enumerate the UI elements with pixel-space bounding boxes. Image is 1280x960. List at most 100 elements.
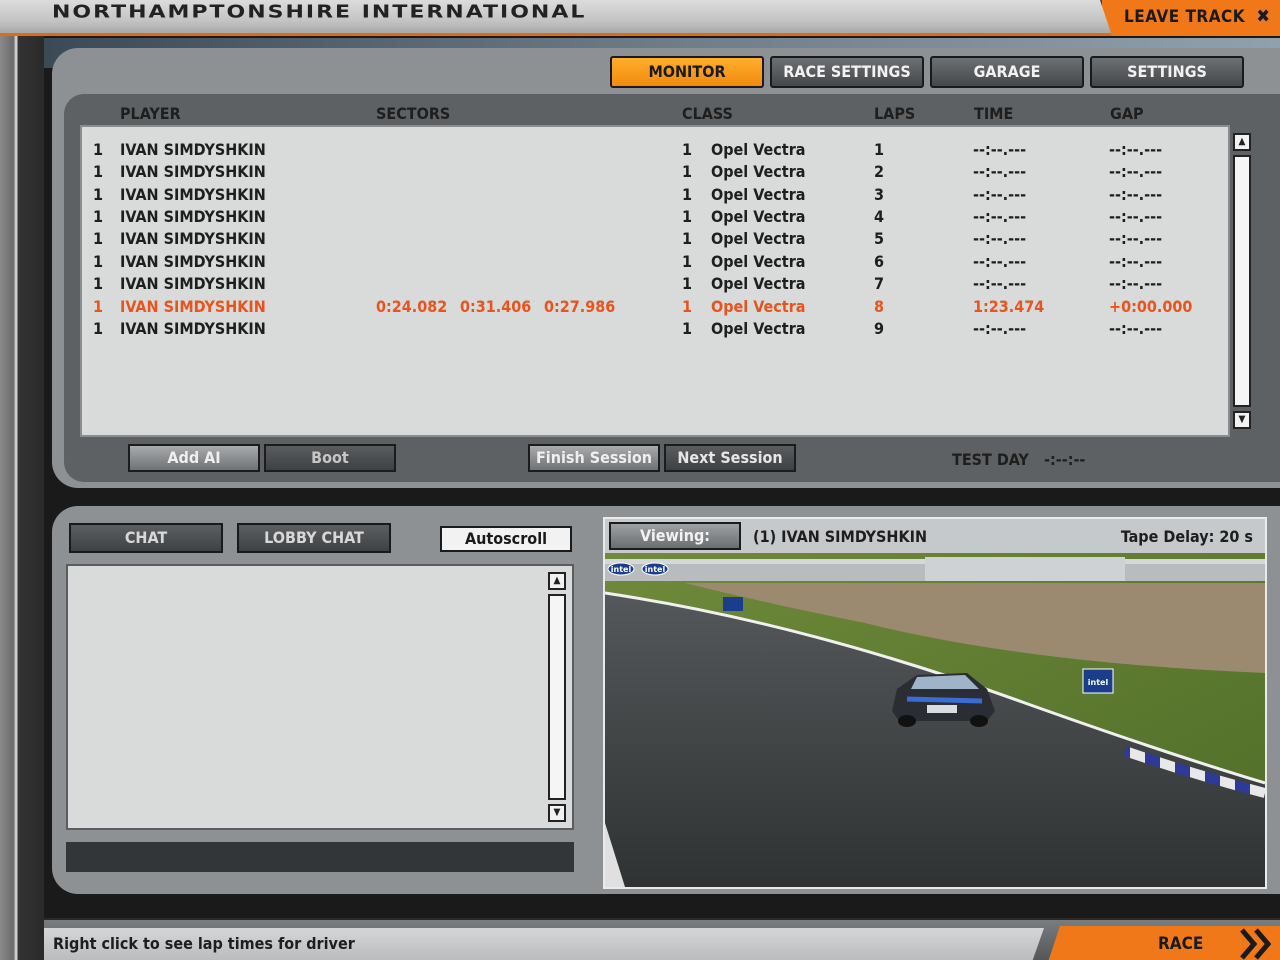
race-button-label: RACE (1158, 934, 1204, 954)
autoscroll-toggle[interactable]: Autoscroll (440, 526, 572, 552)
cell-time: --:--.--- (973, 229, 1027, 248)
cell-time: --:--.--- (973, 319, 1027, 338)
cell-car: Opel Vectra (711, 162, 806, 181)
table-row[interactable]: 1 IVAN SIMDYSHKIN 1 Opel Vectra 3 --:--.--- --… (82, 184, 1228, 206)
cell-time: --:--.--- (973, 140, 1027, 159)
header-time: TIME (974, 104, 1014, 123)
cell-car: Opel Vectra (711, 185, 806, 204)
cell-s3: 0:27.986 (544, 297, 616, 316)
cell-time: --:--.--- (973, 274, 1027, 293)
cell-car: Opel Vectra (711, 207, 806, 226)
cell-pos: 1 (93, 297, 104, 316)
cell-gap: --:--.--- (1109, 252, 1163, 271)
chat-scrollbar[interactable] (548, 594, 566, 800)
cell-class: 1 (682, 185, 693, 204)
results-list[interactable]: 1 IVAN SIMDYSHKIN 1 Opel Vectra 1 --:--.--- --… (80, 125, 1230, 437)
scroll-up-arrow-icon[interactable]: ▲ (548, 572, 566, 590)
table-row[interactable]: 1 IVAN SIMDYSHKIN 1 Opel Vectra 9 --:--.--- --… (82, 318, 1228, 340)
leave-track-label: LEAVE TRACK (1124, 7, 1246, 27)
cell-player: IVAN SIMDYSHKIN (120, 319, 266, 338)
scroll-down-arrow-icon[interactable]: ▼ (1233, 411, 1251, 429)
cell-car: Opel Vectra (711, 297, 806, 316)
table-row[interactable]: 1 IVAN SIMDYSHKIN 1 Opel Vectra 6 --:--.--- --… (82, 251, 1228, 273)
tab-chat[interactable]: CHAT (69, 523, 223, 553)
header-gap: GAP (1110, 104, 1144, 123)
cell-pos: 1 (93, 229, 104, 248)
table-row[interactable]: 1 IVAN SIMDYSHKIN 0:24.082 0:31.406 0:27.986… (82, 296, 1228, 318)
cell-time: --:--.--- (973, 207, 1027, 226)
cell-time: --:--.--- (973, 252, 1027, 271)
cell-gap: --:--.--- (1109, 162, 1163, 181)
header-sectors: SECTORS (376, 104, 451, 123)
next-session-button[interactable]: Next Session (664, 444, 796, 472)
cell-gap: --:--.--- (1109, 185, 1163, 204)
cell-class: 1 (682, 297, 693, 316)
table-row[interactable]: 1 IVAN SIMDYSHKIN 1 Opel Vectra 7 --:--.--- --… (82, 273, 1228, 295)
tab-race-settings[interactable]: RACE SETTINGS (770, 56, 924, 88)
cell-pos: 1 (93, 252, 104, 271)
tv-viewer: Viewing: (1) IVAN SIMDYSHKIN Tape Delay:… (603, 517, 1267, 889)
cell-pos: 1 (93, 207, 104, 226)
header-laps: LAPS (874, 104, 916, 123)
leave-track-button[interactable]: LEAVE TRACK ✖ (1100, 0, 1280, 36)
cell-gap: --:--.--- (1109, 229, 1163, 248)
table-row[interactable]: 1 IVAN SIMDYSHKIN 1 Opel Vectra 5 --:--.--- --… (82, 228, 1228, 250)
chat-input[interactable] (66, 842, 574, 872)
cell-class: 1 (682, 140, 693, 159)
boot-button[interactable]: Boot (264, 444, 396, 472)
cell-class: 1 (682, 252, 693, 271)
finish-session-button[interactable]: Finish Session (528, 444, 660, 472)
cell-car: Opel Vectra (711, 229, 806, 248)
cell-pos: 1 (93, 274, 104, 293)
scroll-up-arrow-icon[interactable]: ▲ (1233, 133, 1251, 151)
table-row[interactable]: 1 IVAN SIMDYSHKIN 1 Opel Vectra 2 --:--.--- --… (82, 161, 1228, 183)
cell-time: --:--.--- (973, 185, 1027, 204)
session-time: -:--:-- (1044, 450, 1086, 469)
viewing-button[interactable]: Viewing: (609, 522, 741, 550)
tab-settings[interactable]: SETTINGS (1090, 56, 1244, 88)
cell-player: IVAN SIMDYSHKIN (120, 297, 266, 316)
cell-player: IVAN SIMDYSHKIN (120, 252, 266, 271)
tab-garage[interactable]: GARAGE (930, 56, 1084, 88)
cell-class: 1 (682, 274, 693, 293)
cell-class: 1 (682, 319, 693, 338)
results-scrollbar[interactable] (1233, 155, 1251, 407)
left-frame-bar (0, 0, 44, 960)
svg-text:intel: intel (1088, 678, 1109, 687)
cell-class: 1 (682, 162, 693, 181)
track-title: NORTHAMPTONSHIRE INTERNATIONAL (52, 2, 587, 23)
race-camera-view: intel intel intel (605, 553, 1265, 887)
cell-pos: 1 (93, 162, 104, 181)
cell-laps: 5 (874, 229, 885, 248)
status-hint: Right click to see lap times for driver (53, 934, 355, 953)
cell-gap: --:--.--- (1109, 319, 1163, 338)
cell-gap: --:--.--- (1109, 207, 1163, 226)
cell-pos: 1 (93, 140, 104, 159)
svg-text:intel: intel (645, 565, 666, 574)
svg-text:intel: intel (611, 565, 632, 574)
add-ai-button[interactable]: Add AI (128, 444, 260, 472)
cell-laps: 8 (874, 297, 885, 316)
scroll-down-arrow-icon[interactable]: ▼ (548, 804, 566, 822)
cell-laps: 3 (874, 185, 885, 204)
cell-pos: 1 (93, 319, 104, 338)
cell-laps: 7 (874, 274, 885, 293)
tab-monitor[interactable]: MONITOR (610, 56, 764, 88)
cell-s1: 0:24.082 (376, 297, 448, 316)
cell-pos: 1 (93, 185, 104, 204)
cell-gap: +0:00.000 (1109, 297, 1193, 316)
cell-car: Opel Vectra (711, 319, 806, 338)
table-row[interactable]: 1 IVAN SIMDYSHKIN 1 Opel Vectra 4 --:--.--- --… (82, 206, 1228, 228)
chevron-right-double-icon (1240, 928, 1272, 960)
cell-laps: 9 (874, 319, 885, 338)
race-button[interactable]: RACE (1048, 926, 1280, 960)
table-row[interactable]: 1 IVAN SIMDYSHKIN 1 Opel Vectra 1 --:--.--- --… (82, 139, 1228, 161)
cell-laps: 6 (874, 252, 885, 271)
cell-class: 1 (682, 229, 693, 248)
cell-car: Opel Vectra (711, 252, 806, 271)
chat-messages (66, 564, 574, 830)
cell-laps: 4 (874, 207, 885, 226)
header-player: PLAYER (120, 104, 181, 123)
header-class: CLASS (682, 104, 733, 123)
tab-lobby-chat[interactable]: LOBBY CHAT (237, 523, 391, 553)
